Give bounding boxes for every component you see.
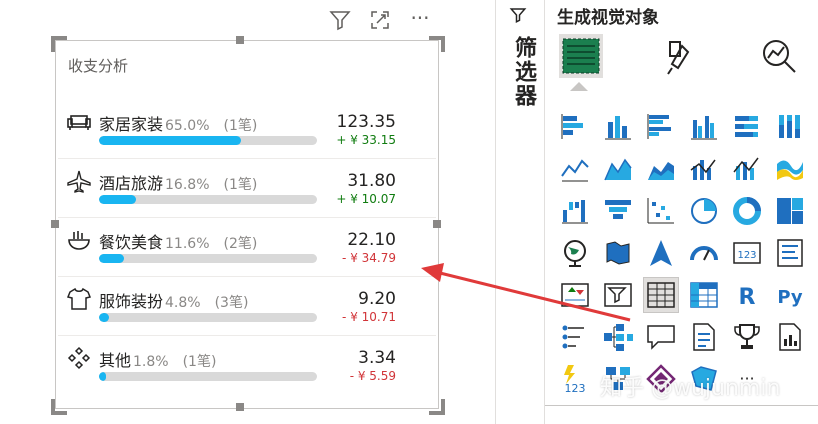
annotation-arrow xyxy=(421,263,631,322)
